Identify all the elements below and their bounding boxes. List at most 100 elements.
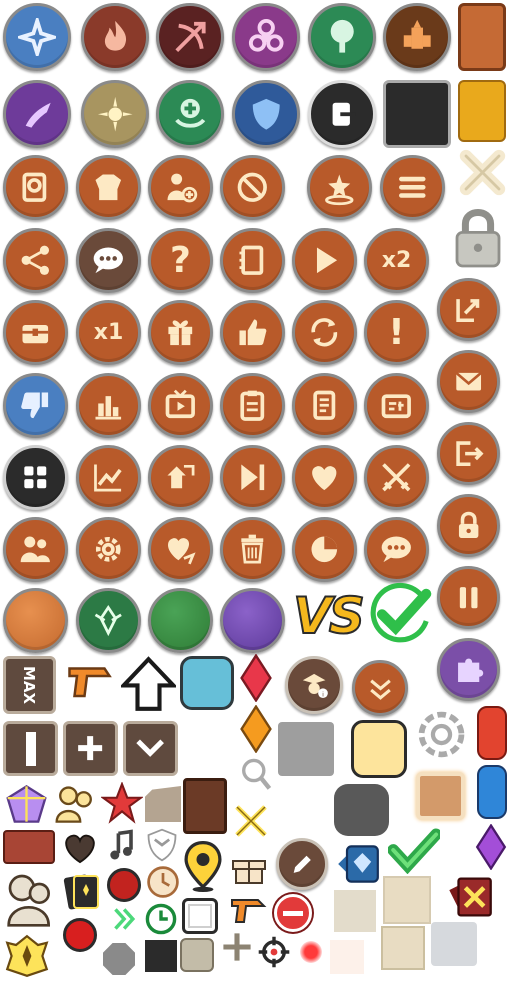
fire-class-button[interactable] xyxy=(81,3,149,71)
user-group-button[interactable] xyxy=(3,517,68,582)
grid-button[interactable] xyxy=(3,445,68,510)
notebook-button[interactable] xyxy=(220,228,285,293)
card-icon xyxy=(63,874,99,910)
star-icon xyxy=(101,782,143,824)
edit-button[interactable] xyxy=(276,838,328,890)
claw-class-icon xyxy=(25,102,51,128)
stop-button[interactable] xyxy=(274,894,312,932)
stone-tab xyxy=(145,786,181,822)
exit-button[interactable] xyxy=(308,80,376,148)
heart-share-button[interactable] xyxy=(148,517,213,582)
cancel-badge-icon xyxy=(449,877,492,917)
dislike-button[interactable] xyxy=(3,373,68,438)
biohazard-class-button[interactable] xyxy=(232,3,300,71)
settings-gear-outline[interactable] xyxy=(413,706,470,763)
tv-icon xyxy=(165,389,196,419)
alert-icon: ! xyxy=(388,312,405,353)
like-button[interactable] xyxy=(220,300,285,365)
line-chart-button[interactable] xyxy=(76,445,141,510)
empty-checkbox[interactable] xyxy=(182,898,218,934)
menu-button[interactable] xyxy=(380,155,445,220)
armor-icon xyxy=(95,174,122,201)
gift-button[interactable] xyxy=(148,300,213,365)
red-record-button[interactable] xyxy=(63,918,97,952)
claw-class-button[interactable] xyxy=(3,80,71,148)
shield-class-icon xyxy=(252,98,280,130)
crystal-class-button[interactable] xyxy=(3,3,71,71)
confirm-check xyxy=(365,580,433,652)
contract-button[interactable] xyxy=(292,373,357,438)
clipboard-button[interactable] xyxy=(220,373,285,438)
tree-class-button[interactable] xyxy=(308,3,376,71)
alert-button[interactable]: ! xyxy=(364,300,429,365)
minus-button[interactable] xyxy=(3,721,58,776)
green-chevrons xyxy=(112,906,138,932)
share-button[interactable] xyxy=(3,228,68,293)
grey-tile xyxy=(278,722,334,776)
skip-button[interactable] xyxy=(220,445,285,510)
summon-icon xyxy=(325,174,354,206)
logout-icon xyxy=(456,441,484,466)
play-button[interactable] xyxy=(292,228,357,293)
hero-info-button[interactable]: i xyxy=(285,656,343,714)
arrow-up-icon xyxy=(121,656,176,711)
help-button[interactable]: ? xyxy=(148,228,213,293)
heal-class-button[interactable] xyxy=(156,80,224,148)
hero-swap-button[interactable] xyxy=(148,445,213,510)
speech-button[interactable] xyxy=(364,517,429,582)
logout-button[interactable] xyxy=(437,422,500,485)
mail-icon xyxy=(455,371,482,391)
add-user-button[interactable] xyxy=(148,155,213,220)
blaster-weapon xyxy=(62,656,117,706)
gold-bookmark-tab xyxy=(458,80,506,142)
refresh-button[interactable] xyxy=(292,300,357,365)
green-orb xyxy=(148,588,213,653)
armor-button[interactable] xyxy=(76,155,141,220)
crossed-swords-icon xyxy=(382,463,411,492)
battle-button[interactable] xyxy=(364,445,429,510)
green-faction-button[interactable] xyxy=(76,588,141,653)
chat-button[interactable] xyxy=(76,228,141,293)
avatar-icon xyxy=(7,874,51,927)
tower-class-icon xyxy=(403,19,431,49)
shield-class-button[interactable] xyxy=(232,80,300,148)
sun-class-button[interactable] xyxy=(81,80,149,148)
bar-chart-icon xyxy=(95,396,122,420)
mail-button[interactable] xyxy=(437,350,500,413)
svg-text:i: i xyxy=(322,690,324,698)
arrow-up-button[interactable] xyxy=(121,655,176,713)
tv-button[interactable] xyxy=(148,373,213,438)
bar-chart-button[interactable] xyxy=(76,373,141,438)
prism-crystal xyxy=(3,784,50,824)
lock-button[interactable] xyxy=(437,494,500,557)
speed-x2-button[interactable]: x2 xyxy=(364,228,429,293)
bow-class-button[interactable] xyxy=(156,3,224,71)
play-icon xyxy=(317,247,338,274)
magnify-icon xyxy=(242,758,272,790)
max-level-button[interactable]: MAX xyxy=(3,656,56,714)
cream-tile xyxy=(351,720,407,778)
settings-button[interactable] xyxy=(76,517,141,582)
id-card-button[interactable] xyxy=(364,373,429,438)
close-button[interactable] xyxy=(455,145,510,200)
brown-panel-tile xyxy=(458,3,506,71)
magnify-icon-hint xyxy=(239,756,273,794)
favorite-button[interactable] xyxy=(292,445,357,510)
login-button[interactable] xyxy=(437,278,500,341)
chevron-down-button[interactable] xyxy=(123,721,178,776)
pause-button[interactable] xyxy=(437,566,500,629)
plus-icon xyxy=(223,933,251,961)
search-document-button[interactable] xyxy=(3,155,68,220)
summon-button[interactable] xyxy=(307,155,372,220)
tower-class-button[interactable] xyxy=(383,3,451,71)
delete-button[interactable] xyxy=(220,517,285,582)
puzzle-button[interactable] xyxy=(437,638,500,701)
speed-x1-button[interactable]: x1 xyxy=(76,300,141,365)
stats-button[interactable] xyxy=(292,517,357,582)
locked-padlock xyxy=(450,205,506,271)
shield-rank-badge xyxy=(144,826,180,864)
plus-button[interactable] xyxy=(63,721,118,776)
ban-button[interactable] xyxy=(220,155,285,220)
gift-chest-button[interactable] xyxy=(3,300,68,365)
expand-down-button[interactable] xyxy=(352,660,408,716)
